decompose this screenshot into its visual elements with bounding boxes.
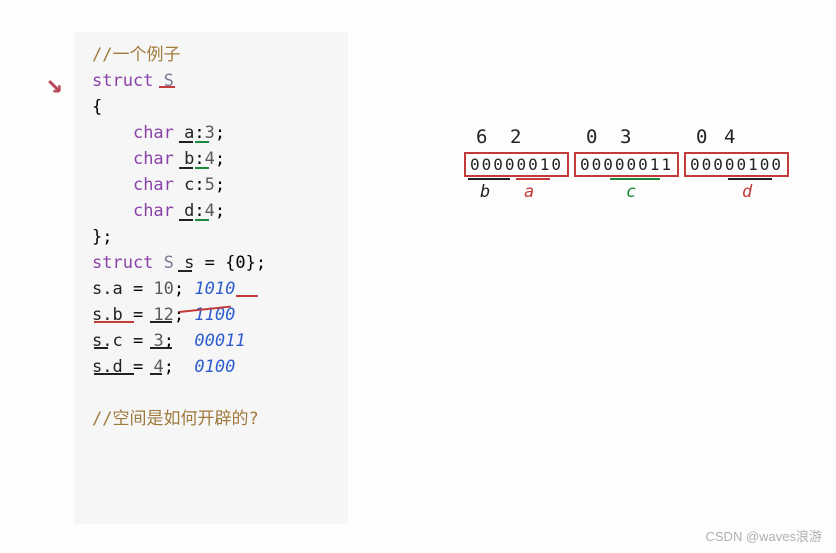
assign-binary: 0100: [194, 357, 235, 377]
byte1-top-right: 2: [510, 126, 521, 148]
decl-init: = {0};: [205, 253, 266, 273]
byte2-box: 00000011: [574, 152, 679, 177]
struct-name: S: [164, 71, 174, 91]
assign-val: 12: [153, 305, 173, 325]
code-block: //一个例子 struct S { char a:3; char b:4; ch…: [74, 32, 348, 524]
assign-lhs: s.c: [92, 331, 123, 351]
field-type: char: [133, 123, 174, 143]
field-name: d: [184, 201, 194, 221]
assign-val: 10: [153, 279, 173, 299]
field-bits: 3: [205, 123, 215, 143]
assign-binary: 1100: [194, 305, 235, 325]
field-type: char: [133, 149, 174, 169]
field-name: c: [184, 175, 194, 195]
byte2-under-c: [610, 178, 660, 180]
decl-var: s: [184, 253, 194, 273]
struct-keyword: struct: [92, 71, 153, 91]
byte1-label-a: a: [524, 182, 534, 202]
assign-val: 4: [153, 357, 163, 377]
byte1-label-b: b: [480, 182, 490, 202]
assign-binary: 1010: [194, 279, 235, 299]
byte2-label-c: c: [626, 182, 636, 202]
field-bits: 4: [205, 149, 215, 169]
byte1-box: 00000010: [464, 152, 569, 177]
decl-struct: struct: [92, 253, 153, 273]
field-name: a: [184, 123, 194, 143]
field-type: char: [133, 175, 174, 195]
byte3-top-right: 4: [724, 126, 735, 148]
field-type: char: [133, 201, 174, 221]
byte3-box: 00000100: [684, 152, 789, 177]
field-bits: 5: [205, 175, 215, 195]
assign-binary: 00011: [194, 331, 245, 351]
field-name: b: [184, 149, 194, 169]
assign-lhs: s.d: [92, 357, 123, 377]
brace-close: };: [92, 224, 330, 250]
assign-lhs: s.b: [92, 305, 123, 325]
byte1-under-a: [516, 178, 550, 180]
byte3-label-d: d: [742, 182, 752, 202]
annotation-arrow: ↘: [46, 66, 63, 99]
brace-open: {: [92, 94, 330, 120]
byte1-top-left: 6: [476, 126, 487, 148]
watermark: CSDN @waves浪游: [706, 526, 823, 545]
byte3-under-d: [728, 178, 772, 180]
byte2-top-left: 0: [586, 126, 597, 148]
comment-bottom: //空间是如何开辟的?: [92, 409, 259, 429]
byte2-top-right: 3: [620, 126, 631, 148]
assign-lhs: s.a: [92, 279, 123, 299]
decl-type: S: [164, 253, 174, 273]
byte1-under-b: [468, 178, 510, 180]
comment-top: //一个例子: [92, 45, 180, 65]
byte3-top-left: 0: [696, 126, 707, 148]
field-bits: 4: [205, 201, 215, 221]
assign-val: 3: [153, 331, 163, 351]
